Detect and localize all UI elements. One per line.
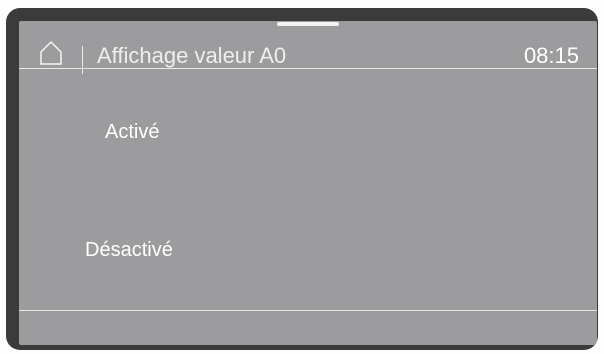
header-separator — [19, 68, 597, 69]
home-icon[interactable] — [40, 40, 62, 66]
display-screen: Affichage valeur A0 08:15 Activé Désacti… — [6, 8, 598, 350]
option-active[interactable]: Activé — [105, 121, 159, 144]
option-inactive[interactable]: Désactivé — [85, 239, 173, 262]
header-divider — [82, 46, 83, 74]
clock: 08:15 — [523, 43, 579, 68]
content-panel: Affichage valeur A0 08:15 Activé Désacti… — [19, 21, 597, 345]
footer-separator — [19, 310, 597, 311]
header-bar: Affichage valeur A0 08:15 — [19, 21, 597, 74]
page-title: Affichage valeur A0 — [97, 43, 287, 68]
scroll-indicator — [277, 22, 339, 26]
device-frame: Affichage valeur A0 08:15 Activé Désacti… — [0, 0, 604, 354]
